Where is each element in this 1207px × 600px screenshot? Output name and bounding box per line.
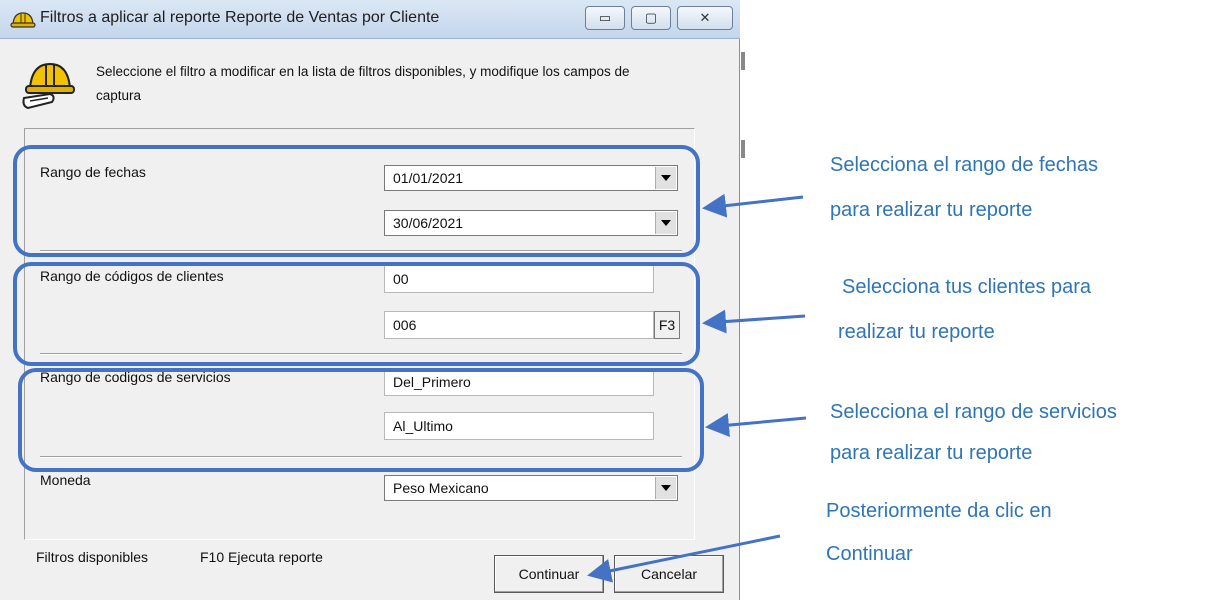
note-fechas-line1: Selecciona el rango de fechas [830, 154, 1098, 176]
arrow-continuar [587, 534, 781, 583]
note-clientes-line1: Selecciona tus clientes para [842, 276, 1092, 298]
note-servicios-line2: para realizar tu reporte [830, 442, 1033, 464]
note-continuar-line1: Posteriormente da clic en [826, 500, 1052, 522]
note-servicios-line1: Selecciona el rango de servicios [830, 401, 1117, 423]
note-continuar-line2: Continuar [826, 543, 913, 565]
arrow-fechas [702, 193, 804, 218]
arrow-clientes [702, 309, 806, 334]
note-fechas-line2: para realizar tu reporte [830, 199, 1033, 221]
arrow-servicios [705, 413, 807, 438]
note-clientes-line2: realizar tu reporte [838, 321, 995, 343]
